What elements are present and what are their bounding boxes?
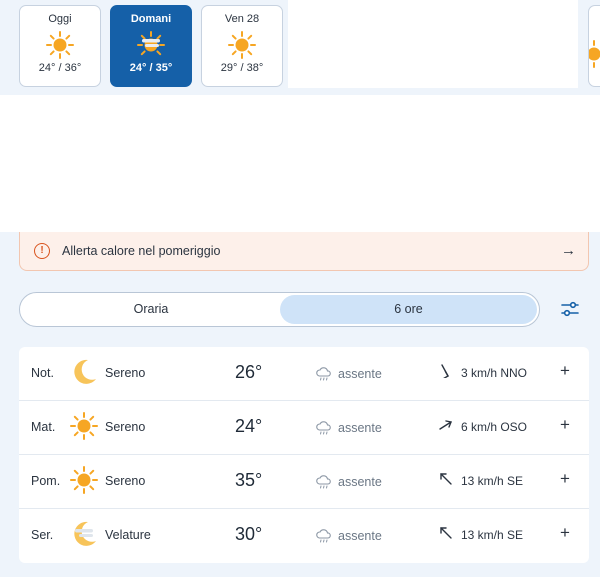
forecast-row-afternoon[interactable]: Pom. Sereno 35° assente 13 km/h SE +: [19, 455, 589, 509]
forecast-list: Not. Sereno 26° assente 3 km/h NNO + Mat…: [19, 347, 589, 563]
arrow-up-left-icon: [440, 527, 452, 539]
condition-label: Sereno: [105, 420, 146, 434]
arrow-up-right-icon: [439, 420, 452, 430]
day-name: Oggi: [48, 13, 72, 25]
expand-button[interactable]: +: [560, 470, 570, 487]
period-label: Not.: [31, 366, 54, 380]
sun-icon: [46, 31, 74, 59]
condition-label: Velature: [105, 528, 151, 542]
day-card-tomorrow[interactable]: Domani 24° / 35°: [110, 5, 192, 87]
temperature-value: 26°: [235, 362, 263, 382]
period-label: Mat.: [31, 420, 56, 434]
sun-icon: [70, 412, 98, 440]
day-temp-range: 29° / 38°: [220, 62, 264, 74]
weather-page: Oggi 24° / 36° Domani 24° / 35° Ven 28 2…: [0, 0, 600, 577]
rain-cloud-icon: [316, 475, 331, 489]
rain-cloud-icon: [316, 529, 331, 543]
sun-haze-icon: [137, 31, 165, 56]
filter-settings-icon[interactable]: [560, 299, 580, 319]
forecast-row-evening[interactable]: Ser. Velature 30° assente 13 km/h SE +: [19, 509, 589, 563]
warning-icon: !: [34, 243, 50, 259]
sun-icon: [589, 40, 600, 68]
expand-button[interactable]: +: [560, 416, 570, 433]
sun-icon: [228, 31, 256, 59]
moon-icon: [74, 359, 96, 384]
period-label: Ser.: [31, 528, 54, 542]
day-card-today[interactable]: Oggi 24° / 36°: [19, 5, 101, 87]
arrow-down-left-icon: [441, 364, 449, 378]
day-strip-gap: [288, 0, 578, 88]
precipitation-value: assente: [338, 529, 382, 543]
precipitation-value: assente: [338, 475, 382, 489]
day-temp-range: 24° / 35°: [129, 62, 173, 74]
ad-space: [0, 95, 600, 232]
period-label: Pom.: [31, 474, 61, 488]
heat-alert-banner[interactable]: ! Allerta calore nel pomeriggio →: [19, 232, 589, 271]
tab-six-hours[interactable]: 6 ore: [280, 295, 537, 324]
wind-value: 6 km/h OSO: [461, 420, 528, 434]
day-name: Ven 28: [224, 13, 260, 25]
rain-cloud-icon: [316, 367, 331, 381]
arrow-right-icon: →: [561, 242, 576, 259]
tab-hourly[interactable]: Oraria: [22, 295, 280, 324]
day-card-next-partial[interactable]: [588, 5, 600, 87]
alert-text: Allerta calore nel pomeriggio: [62, 244, 221, 258]
wind-value: 3 km/h NNO: [461, 366, 528, 380]
temperature-value: 35°: [235, 470, 263, 490]
condition-label: Sereno: [105, 474, 146, 488]
day-card-fri[interactable]: Ven 28 29° / 38°: [201, 5, 283, 87]
day-temp-range: 24° / 36°: [38, 62, 82, 74]
expand-button[interactable]: +: [560, 362, 570, 379]
precipitation-value: assente: [338, 421, 382, 435]
moon-haze-icon: [74, 521, 96, 546]
precipitation-value: assente: [338, 367, 382, 381]
sun-icon: [70, 466, 98, 494]
temperature-value: 30°: [235, 524, 263, 544]
expand-button[interactable]: +: [560, 524, 570, 541]
condition-label: Sereno: [105, 366, 146, 380]
day-name: Domani: [130, 13, 172, 25]
wind-value: 13 km/h SE: [461, 528, 524, 542]
wind-value: 13 km/h SE: [461, 474, 524, 488]
forecast-row-morning[interactable]: Mat. Sereno 24° assente 6 km/h OSO +: [19, 401, 589, 455]
rain-cloud-icon: [316, 421, 331, 435]
forecast-row-night[interactable]: Not. Sereno 26° assente 3 km/h NNO +: [19, 347, 589, 401]
arrow-up-left-icon: [440, 473, 452, 485]
view-toggle: Oraria 6 ore: [19, 292, 540, 327]
temperature-value: 24°: [235, 416, 263, 436]
